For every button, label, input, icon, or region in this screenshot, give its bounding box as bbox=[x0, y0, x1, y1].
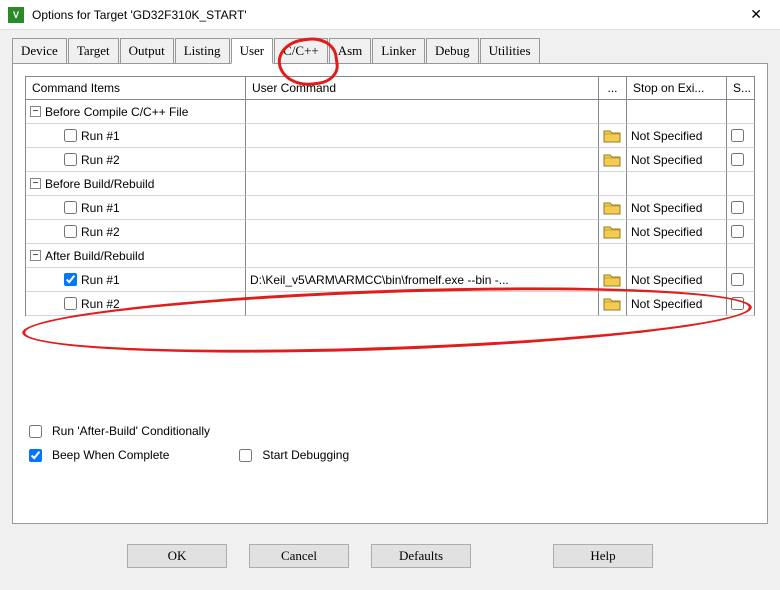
run-item[interactable]: Run #1 bbox=[26, 196, 246, 220]
stop-on-exit-cell[interactable]: Not Specified bbox=[627, 220, 727, 244]
header-stop[interactable]: Stop on Exi... bbox=[627, 77, 727, 100]
run-checkbox[interactable] bbox=[64, 273, 77, 286]
s-checkbox[interactable] bbox=[731, 297, 744, 310]
cancel-button[interactable]: Cancel bbox=[249, 544, 349, 568]
opt-beep[interactable]: Beep When Complete bbox=[29, 448, 169, 462]
s-cell[interactable] bbox=[727, 268, 755, 292]
opt-start-debugging[interactable]: Start Debugging bbox=[239, 448, 349, 462]
collapse-icon[interactable]: − bbox=[30, 250, 41, 261]
collapse-icon[interactable]: − bbox=[30, 106, 41, 117]
folder-icon[interactable] bbox=[603, 128, 621, 144]
s-checkbox[interactable] bbox=[731, 225, 744, 238]
browse-cell[interactable] bbox=[599, 268, 627, 292]
tab-utilities[interactable]: Utilities bbox=[480, 38, 540, 63]
titlebar: V Options for Target 'GD32F310K_START' ✕ bbox=[0, 0, 780, 30]
user-command-cell[interactable] bbox=[246, 124, 599, 148]
tab-bar: Device Target Output Listing User C/C++ … bbox=[12, 38, 768, 64]
s-checkbox[interactable] bbox=[731, 129, 744, 142]
label-beep: Beep When Complete bbox=[52, 448, 169, 462]
s-cell[interactable] bbox=[727, 124, 755, 148]
s-cell[interactable] bbox=[727, 196, 755, 220]
chk-beep[interactable] bbox=[29, 449, 42, 462]
user-command-cell[interactable] bbox=[246, 220, 599, 244]
tab-user[interactable]: User bbox=[231, 38, 274, 64]
s-cell[interactable] bbox=[727, 148, 755, 172]
app-icon: V bbox=[8, 7, 24, 23]
run-checkbox[interactable] bbox=[64, 129, 77, 142]
stop-on-exit-cell[interactable]: Not Specified bbox=[627, 268, 727, 292]
stop-on-exit-cell[interactable]: Not Specified bbox=[627, 196, 727, 220]
s-checkbox[interactable] bbox=[731, 273, 744, 286]
button-row: OK Cancel Defaults Help bbox=[0, 532, 780, 580]
user-command-cell[interactable] bbox=[246, 292, 599, 316]
stop-on-exit-cell[interactable]: Not Specified bbox=[627, 148, 727, 172]
tab-debug[interactable]: Debug bbox=[426, 38, 479, 63]
command-table: Command Items User Command ... Stop on E… bbox=[25, 76, 755, 316]
tab-linker[interactable]: Linker bbox=[372, 38, 425, 63]
tab-asm[interactable]: Asm bbox=[329, 38, 372, 63]
tab-target[interactable]: Target bbox=[68, 38, 119, 63]
tab-device[interactable]: Device bbox=[12, 38, 67, 63]
group-header[interactable]: −After Build/Rebuild bbox=[26, 244, 246, 268]
collapse-icon[interactable]: − bbox=[30, 178, 41, 189]
header-s[interactable]: S... bbox=[727, 77, 755, 100]
run-checkbox[interactable] bbox=[64, 297, 77, 310]
folder-icon[interactable] bbox=[603, 296, 621, 312]
run-checkbox[interactable] bbox=[64, 153, 77, 166]
run-item[interactable]: Run #2 bbox=[26, 292, 246, 316]
s-checkbox[interactable] bbox=[731, 201, 744, 214]
browse-cell[interactable] bbox=[599, 292, 627, 316]
run-item[interactable]: Run #1 bbox=[26, 124, 246, 148]
folder-icon[interactable] bbox=[603, 272, 621, 288]
run-item[interactable]: Run #2 bbox=[26, 220, 246, 244]
opt-run-after-build-cond[interactable]: Run 'After-Build' Conditionally bbox=[29, 424, 210, 438]
tab-cpp[interactable]: C/C++ bbox=[274, 38, 328, 63]
close-icon[interactable]: ✕ bbox=[740, 2, 772, 27]
tab-listing[interactable]: Listing bbox=[175, 38, 230, 63]
stop-on-exit-cell[interactable]: Not Specified bbox=[627, 124, 727, 148]
stop-on-exit-cell[interactable]: Not Specified bbox=[627, 292, 727, 316]
run-item[interactable]: Run #1 bbox=[26, 268, 246, 292]
header-browse[interactable]: ... bbox=[599, 77, 627, 100]
user-command-cell[interactable] bbox=[246, 148, 599, 172]
folder-icon[interactable] bbox=[603, 200, 621, 216]
browse-cell[interactable] bbox=[599, 148, 627, 172]
group-header[interactable]: −Before Build/Rebuild bbox=[26, 172, 246, 196]
folder-icon[interactable] bbox=[603, 224, 621, 240]
s-checkbox[interactable] bbox=[731, 153, 744, 166]
tab-output[interactable]: Output bbox=[120, 38, 174, 63]
s-cell[interactable] bbox=[727, 292, 755, 316]
panel-user: Command Items User Command ... Stop on E… bbox=[12, 64, 768, 524]
label-run-after-build-cond: Run 'After-Build' Conditionally bbox=[52, 424, 210, 438]
run-checkbox[interactable] bbox=[64, 225, 77, 238]
group-header[interactable]: −Before Compile C/C++ File bbox=[26, 100, 246, 124]
browse-cell[interactable] bbox=[599, 124, 627, 148]
chk-run-after-build-cond[interactable] bbox=[29, 425, 42, 438]
window-title: Options for Target 'GD32F310K_START' bbox=[32, 8, 740, 22]
user-command-cell[interactable] bbox=[246, 196, 599, 220]
browse-cell[interactable] bbox=[599, 196, 627, 220]
defaults-button[interactable]: Defaults bbox=[371, 544, 471, 568]
label-start-debugging: Start Debugging bbox=[262, 448, 349, 462]
chk-start-debugging[interactable] bbox=[239, 449, 252, 462]
browse-cell[interactable] bbox=[599, 220, 627, 244]
run-checkbox[interactable] bbox=[64, 201, 77, 214]
header-command-items[interactable]: Command Items bbox=[26, 77, 246, 100]
s-cell[interactable] bbox=[727, 220, 755, 244]
help-button[interactable]: Help bbox=[553, 544, 653, 568]
ok-button[interactable]: OK bbox=[127, 544, 227, 568]
header-user-command[interactable]: User Command bbox=[246, 77, 599, 100]
run-item[interactable]: Run #2 bbox=[26, 148, 246, 172]
user-command-cell[interactable]: D:\Keil_v5\ARM\ARMCC\bin\fromelf.exe --b… bbox=[246, 268, 599, 292]
folder-icon[interactable] bbox=[603, 152, 621, 168]
